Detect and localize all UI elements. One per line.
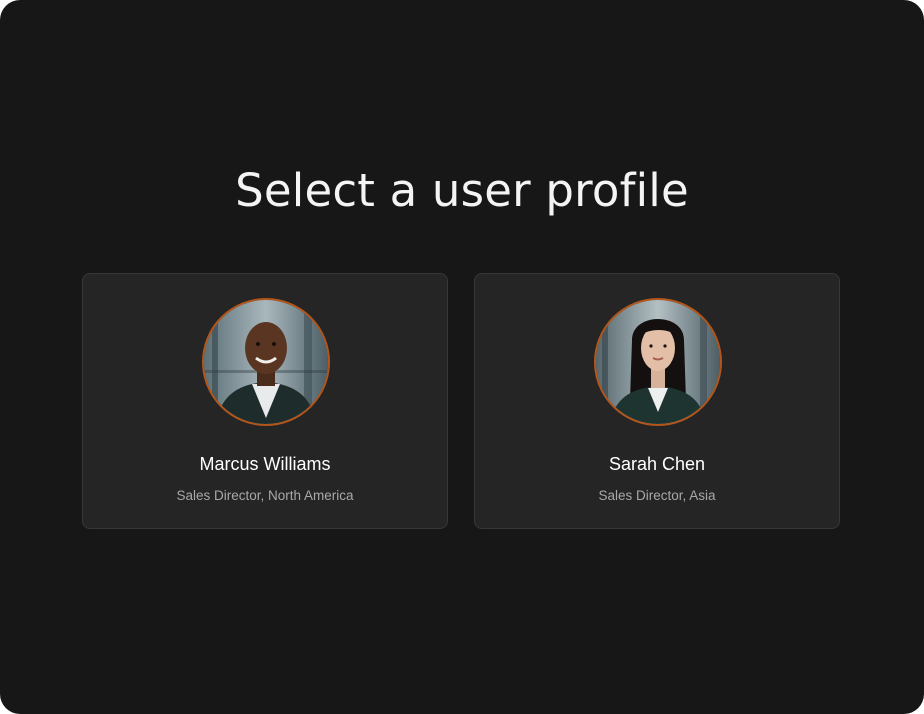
avatar-photo-icon — [596, 300, 720, 424]
page-title: Select a user profile — [235, 164, 689, 217]
profile-role: Sales Director, Asia — [598, 488, 716, 503]
profile-role: Sales Director, North America — [176, 488, 354, 503]
avatar — [202, 298, 330, 426]
profile-name: Marcus Williams — [199, 454, 331, 474]
avatar — [594, 298, 722, 426]
avatar-photo-icon — [204, 300, 328, 424]
profile-name: Sarah Chen — [608, 454, 706, 474]
profile-selector-panel: Select a user profile Marcus Williams Sa… — [0, 0, 924, 714]
profile-card-sarah-chen[interactable]: Sarah Chen Sales Director, Asia — [474, 273, 840, 529]
profile-card-marcus-williams[interactable]: Marcus Williams Sales Director, North Am… — [82, 273, 448, 529]
